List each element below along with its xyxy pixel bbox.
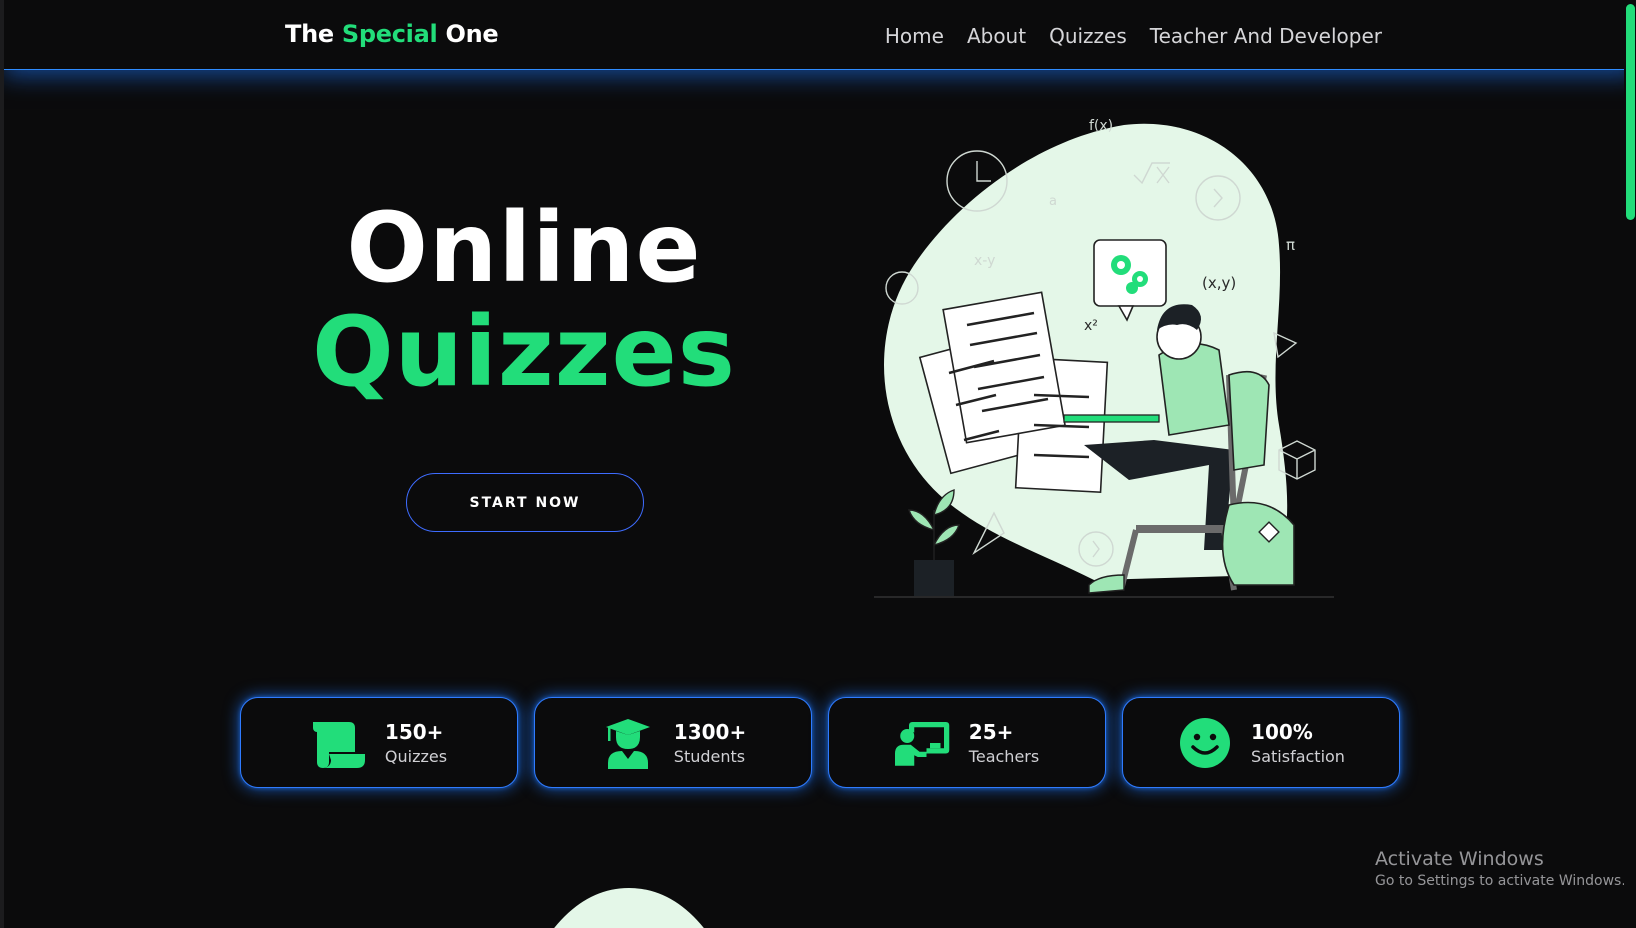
- stat-value: 25+: [968, 719, 1014, 744]
- stat-value: 1300+: [673, 719, 747, 744]
- stat-label: Satisfaction: [1251, 746, 1345, 766]
- nav-menu: Home About Quizzes Teacher And Developer: [885, 24, 1382, 48]
- hero-title-line1: Online: [346, 192, 702, 304]
- stat-card-satisfaction: 100% Satisfaction: [1122, 697, 1400, 788]
- logo-part-1: The: [285, 20, 334, 48]
- nav-link-quizzes[interactable]: Quizzes: [1049, 24, 1127, 48]
- student-quiz-illustration: x-y a x² (x,y) f(x) π: [874, 118, 1334, 598]
- nav-link-home[interactable]: Home: [885, 24, 944, 48]
- svg-text:(x,y): (x,y): [1202, 274, 1236, 292]
- scrollbar-thumb[interactable]: [1626, 4, 1635, 220]
- svg-text:a: a: [1049, 194, 1057, 209]
- stat-label: Quizzes: [384, 746, 448, 766]
- smiley-icon: [1177, 715, 1233, 771]
- graduate-icon: [600, 715, 656, 771]
- stat-value: 150+: [384, 719, 444, 744]
- stat-label: Students: [673, 746, 746, 766]
- stat-card-teachers: 25+ Teachers: [828, 697, 1106, 788]
- svg-text:π: π: [1286, 236, 1295, 254]
- svg-text:x²: x²: [1084, 318, 1098, 334]
- stat-card-quizzes: 150+ Quizzes: [240, 697, 518, 788]
- nav-link-teacher-developer[interactable]: Teacher And Developer: [1150, 24, 1382, 48]
- teacher-board-icon: [894, 715, 951, 771]
- svg-text:x-y: x-y: [974, 253, 995, 269]
- windows-activation-watermark: Activate Windows Go to Settings to activ…: [1375, 848, 1626, 889]
- watermark-subtitle: Go to Settings to activate Windows.: [1375, 873, 1626, 889]
- stats-row: 150+ Quizzes 1300+ Students 25+ Teachers…: [240, 697, 1400, 788]
- page-scrollbar[interactable]: [1624, 0, 1636, 928]
- page: The Special One Home About Quizzes Teach…: [0, 0, 1636, 928]
- svg-text:f(x): f(x): [1089, 118, 1113, 134]
- logo-part-3: One: [445, 20, 499, 48]
- scroll-icon: [311, 715, 367, 771]
- logo-part-2: Special: [341, 20, 438, 48]
- hero-title-line2: Quizzes: [312, 296, 736, 408]
- watermark-title: Activate Windows: [1375, 848, 1544, 870]
- stat-label: Teachers: [968, 746, 1040, 766]
- start-now-button[interactable]: START NOW: [406, 473, 644, 532]
- hero-title: Online Quizzes: [304, 200, 744, 400]
- stat-card-students: 1300+ Students: [534, 697, 812, 788]
- navbar: The Special One Home About Quizzes Teach…: [4, 0, 1636, 70]
- next-section-blob: [554, 888, 704, 928]
- site-logo[interactable]: The Special One: [285, 20, 499, 48]
- stat-value: 100%: [1251, 719, 1313, 744]
- nav-link-about[interactable]: About: [967, 24, 1026, 48]
